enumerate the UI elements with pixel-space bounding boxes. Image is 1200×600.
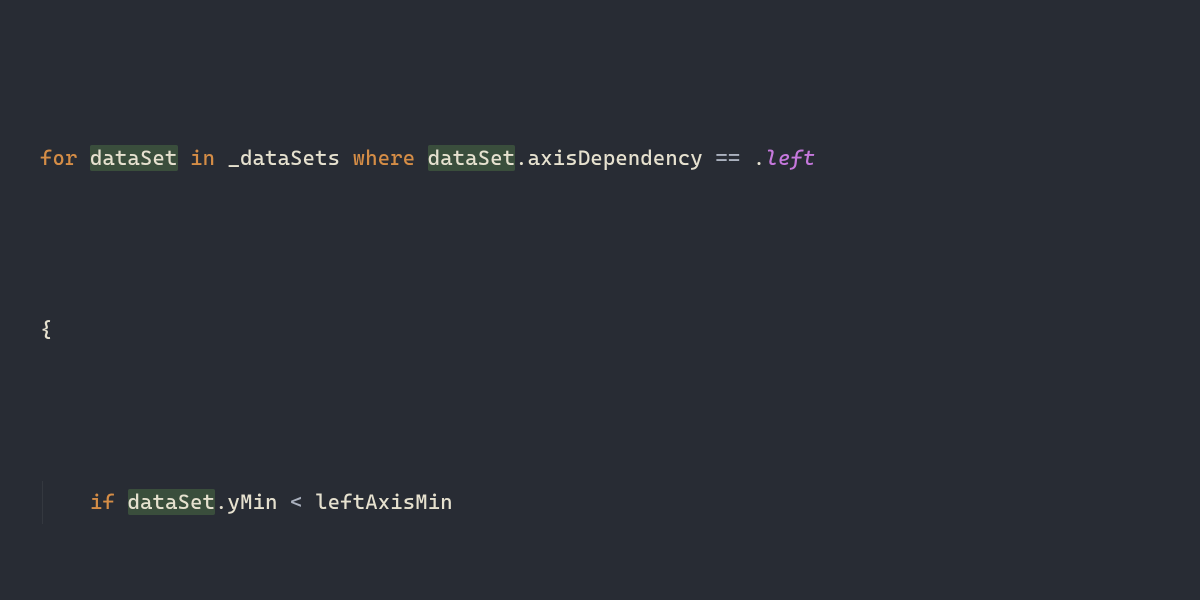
code-editor[interactable]: for dataSet in _dataSets where dataSet.a…	[0, 0, 1200, 600]
code-text: if dataSet.yMin < leftAxisMin	[40, 481, 453, 524]
code-text: {	[40, 309, 53, 352]
code-line[interactable]: if dataSet.yMin < leftAxisMin	[0, 481, 1200, 524]
indent-guide	[42, 481, 43, 524]
code-line[interactable]: {	[0, 309, 1200, 352]
code-text: for dataSet in _dataSets where dataSet.a…	[40, 137, 815, 180]
code-line[interactable]: for dataSet in _dataSets where dataSet.a…	[0, 137, 1200, 180]
